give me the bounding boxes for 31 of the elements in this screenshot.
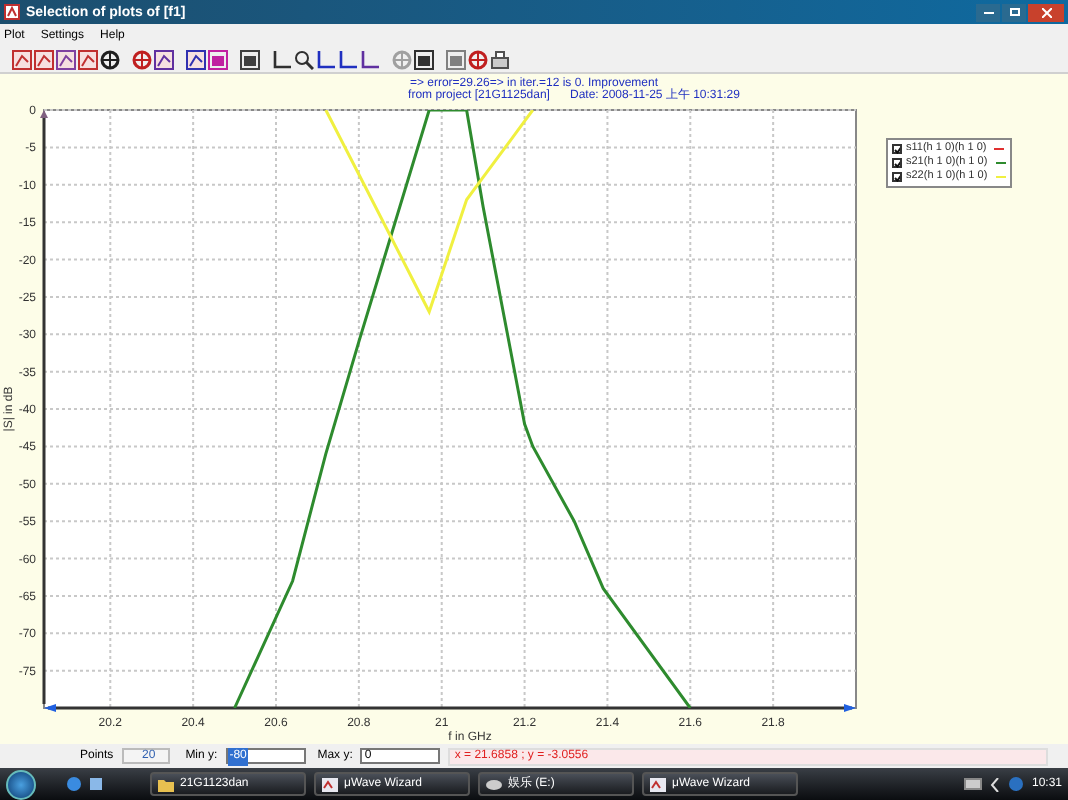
app-icon — [650, 777, 666, 791]
chevron-icon[interactable] — [989, 777, 1000, 791]
start-button[interactable] — [6, 769, 36, 799]
grid-icon[interactable] — [186, 49, 206, 69]
checkbox[interactable] — [892, 144, 902, 154]
target-icon[interactable] — [100, 49, 120, 69]
window-icon[interactable] — [240, 49, 260, 69]
maximize-button[interactable] — [1002, 3, 1026, 21]
minimize-button[interactable] — [976, 3, 1000, 21]
frame-icon[interactable] — [414, 49, 434, 69]
power-icon[interactable] — [468, 49, 488, 69]
grid-icon[interactable] — [154, 49, 174, 69]
close-icon — [1041, 7, 1051, 17]
folder-icon — [158, 777, 174, 791]
close-button[interactable] — [1028, 3, 1064, 21]
drive-icon — [486, 777, 502, 791]
desktop-icon[interactable] — [88, 776, 104, 792]
checkbox[interactable] — [892, 172, 902, 182]
axes-icon[interactable] — [272, 49, 292, 69]
chart-icon[interactable] — [12, 49, 32, 69]
chart-icon[interactable] — [78, 49, 98, 69]
browser-icon[interactable] — [66, 776, 82, 792]
chart-icon[interactable] — [56, 49, 76, 69]
network-icon[interactable] — [1007, 776, 1024, 792]
printer-icon[interactable] — [490, 49, 510, 69]
app-icon — [4, 4, 20, 20]
chart-icon[interactable] — [34, 49, 54, 69]
checkbox[interactable] — [892, 158, 902, 168]
zoom-icon[interactable] — [294, 49, 314, 69]
keyboard-icon[interactable] — [963, 778, 982, 790]
app-icon — [322, 777, 338, 791]
